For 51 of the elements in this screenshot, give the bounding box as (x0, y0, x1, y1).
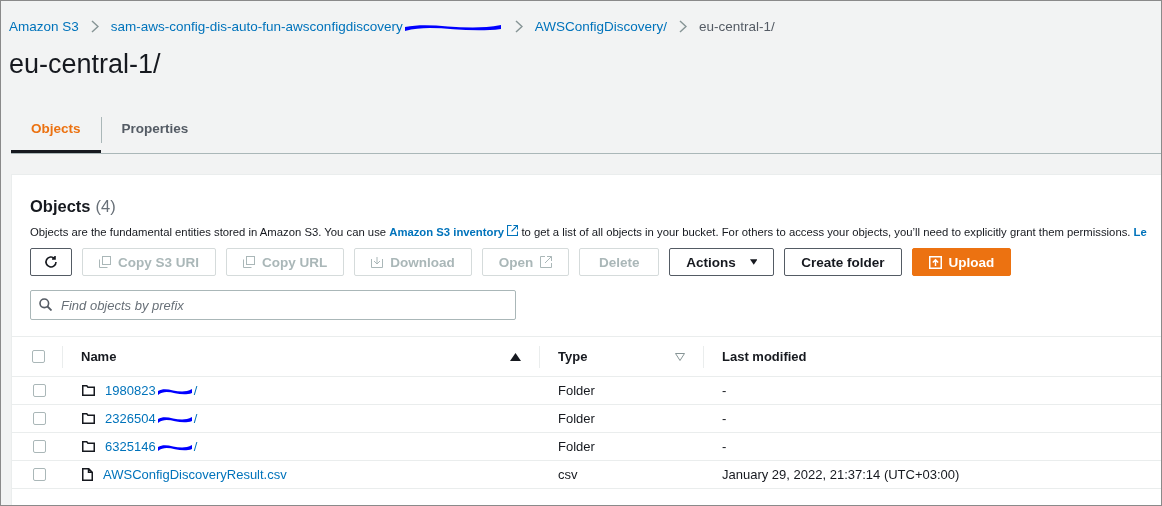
column-header[interactable]: Name (81, 349, 117, 364)
chevron-icon (90, 20, 99, 33)
external-link-icon (507, 225, 519, 236)
breadcrumb-link[interactable]: sam-aws-config-dis-auto-fun-awsconfigdiscovery (110, 19, 503, 34)
object-link[interactable]: AWSConfigDiscoveryResult.csv (103, 467, 287, 482)
object-link[interactable]: 1980823 / (105, 383, 198, 398)
column-header[interactable]: Type (558, 349, 588, 364)
type-cell-text: Folder (557, 439, 596, 454)
folder-icon (82, 385, 95, 396)
search-field[interactable]: Find objects by prefix (30, 290, 516, 320)
modified-cell-text: January 29, 2022, 21:37:14 (UTC+03:00) (721, 467, 961, 482)
inventory-link[interactable]: Amazon S3 inventory (389, 226, 519, 238)
refresh-button[interactable] (30, 248, 72, 276)
tab[interactable]: Objects (11, 106, 101, 153)
object-link[interactable]: 6325146 / (105, 439, 198, 454)
panel-heading: Objects (30, 197, 91, 216)
upload-icon (928, 255, 942, 269)
row-checkbox[interactable] (33, 412, 46, 425)
object-count: (4) (95, 197, 116, 216)
breadcrumb-link[interactable]: Amazon S3 (9, 19, 79, 34)
column-header[interactable]: Last modified (722, 349, 807, 364)
row-checkbox[interactable] (33, 440, 46, 453)
refresh-icon (44, 255, 58, 269)
chevron-icon (514, 20, 523, 33)
toolbar-button[interactable]: Upload (911, 248, 1012, 276)
toolbar-button[interactable]: Create folder (784, 248, 902, 276)
type-cell-text: Folder (557, 383, 596, 398)
learn-link[interactable]: Le (1133, 226, 1147, 238)
toolbar-button[interactable]: Actions (669, 248, 775, 276)
folder-icon (82, 441, 95, 452)
page-title: eu-central-1/ (9, 49, 162, 80)
row-checkbox[interactable] (33, 384, 46, 397)
breadcrumb-current: eu-central-1/ (698, 19, 775, 34)
modified-cell-text: - (721, 411, 728, 426)
external-link-icon (540, 256, 553, 268)
file-icon (82, 468, 93, 481)
select-all-checkbox[interactable] (32, 350, 45, 363)
chevron-icon (678, 20, 687, 33)
caret-icon (749, 258, 758, 266)
copy-icon (243, 256, 255, 268)
folder-icon (82, 413, 95, 424)
type-cell-text: csv (557, 467, 579, 482)
breadcrumb-link[interactable]: AWSConfigDiscovery/ (534, 19, 667, 34)
modified-cell-text: - (721, 383, 728, 398)
copy-icon (99, 256, 111, 268)
modified-cell-text: - (721, 439, 728, 454)
tab[interactable]: Properties (101, 106, 209, 153)
object-link[interactable]: 2326504 / (105, 411, 198, 426)
row-checkbox[interactable] (33, 468, 46, 481)
download-icon (371, 256, 384, 268)
type-cell-text: Folder (557, 411, 596, 426)
